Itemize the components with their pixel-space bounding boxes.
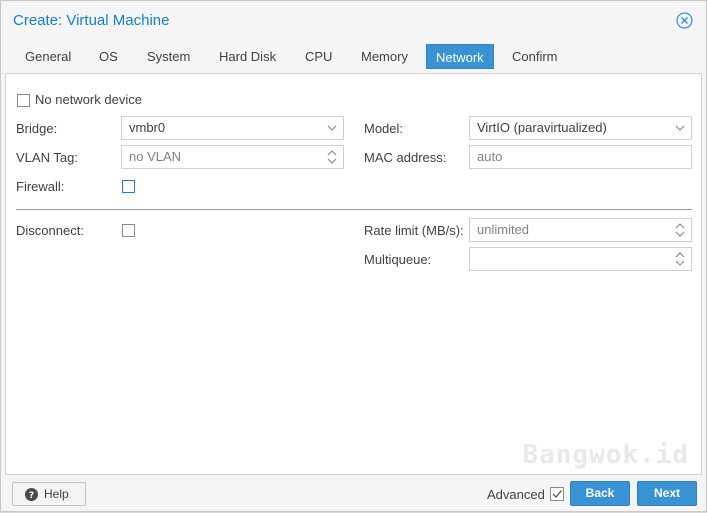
tab-cpu[interactable]: CPU: [296, 44, 341, 69]
model-label: Model:: [364, 121, 404, 136]
spinner-arrows-icon[interactable]: [669, 248, 691, 270]
rate-limit-label: Rate limit (MB/s):: [364, 223, 464, 238]
help-button[interactable]: ? Help: [12, 482, 86, 506]
close-icon[interactable]: [676, 12, 693, 29]
tab-hard-disk[interactable]: Hard Disk: [210, 44, 285, 69]
spinner-arrows-icon[interactable]: [669, 219, 691, 241]
advanced-checkbox[interactable]: [550, 487, 564, 501]
question-circle-icon: ?: [25, 488, 38, 501]
back-button[interactable]: Back: [570, 481, 630, 506]
vlan-tag-label: VLAN Tag:: [16, 150, 78, 165]
multiqueue-label: Multiqueue:: [364, 252, 432, 267]
no-network-device-checkbox[interactable]: [17, 94, 30, 107]
help-button-label: Help: [44, 487, 69, 501]
tab-network[interactable]: Network: [426, 44, 494, 69]
tab-memory[interactable]: Memory: [352, 44, 417, 69]
next-button[interactable]: Next: [637, 481, 697, 506]
tab-system[interactable]: System: [138, 44, 199, 69]
dialog-footer: ? Help Advanced Back Next: [1, 476, 706, 513]
tab-confirm[interactable]: Confirm: [503, 44, 567, 69]
chevron-down-icon[interactable]: [321, 117, 343, 139]
no-network-device-label: No network device: [35, 92, 142, 107]
svg-text:?: ?: [29, 491, 34, 501]
dialog-titlebar: Create: Virtual Machine: [1, 1, 706, 41]
disconnect-label: Disconnect:: [16, 223, 84, 238]
dialog-title: Create: Virtual Machine: [13, 12, 170, 29]
section-divider: [16, 209, 692, 210]
tab-os[interactable]: OS: [90, 44, 127, 69]
spinner-arrows-icon[interactable]: [321, 146, 343, 168]
mac-address-input[interactable]: auto: [469, 145, 692, 169]
tab-general[interactable]: General: [16, 44, 80, 69]
rate-limit-spinner[interactable]: unlimited: [469, 218, 692, 242]
vlan-tag-spinner[interactable]: no VLAN: [121, 145, 344, 169]
bridge-select[interactable]: vmbr0: [121, 116, 344, 140]
chevron-down-icon[interactable]: [669, 117, 691, 139]
mac-address-placeholder: auto: [477, 149, 503, 164]
model-value: VirtIO (paravirtualized): [477, 120, 607, 135]
firewall-label: Firewall:: [16, 179, 65, 194]
firewall-checkbox[interactable]: [122, 180, 135, 193]
watermark-text: Bangwok.id: [522, 440, 689, 470]
mac-address-label: MAC address:: [364, 150, 447, 165]
disconnect-checkbox[interactable]: [122, 224, 135, 237]
advanced-label: Advanced: [487, 487, 545, 502]
model-select[interactable]: VirtIO (paravirtualized): [469, 116, 692, 140]
network-panel: No network device Bridge: vmbr0 VLAN Tag…: [5, 73, 702, 475]
create-vm-dialog: Create: Virtual Machine General OS Syste…: [0, 0, 707, 512]
multiqueue-spinner[interactable]: [469, 247, 692, 271]
wizard-tabbar: General OS System Hard Disk CPU Memory N…: [1, 44, 706, 72]
rate-limit-placeholder: unlimited: [477, 222, 530, 237]
bridge-value: vmbr0: [129, 120, 166, 135]
bridge-label: Bridge:: [16, 121, 58, 136]
vlan-tag-placeholder: no VLAN: [129, 149, 182, 164]
